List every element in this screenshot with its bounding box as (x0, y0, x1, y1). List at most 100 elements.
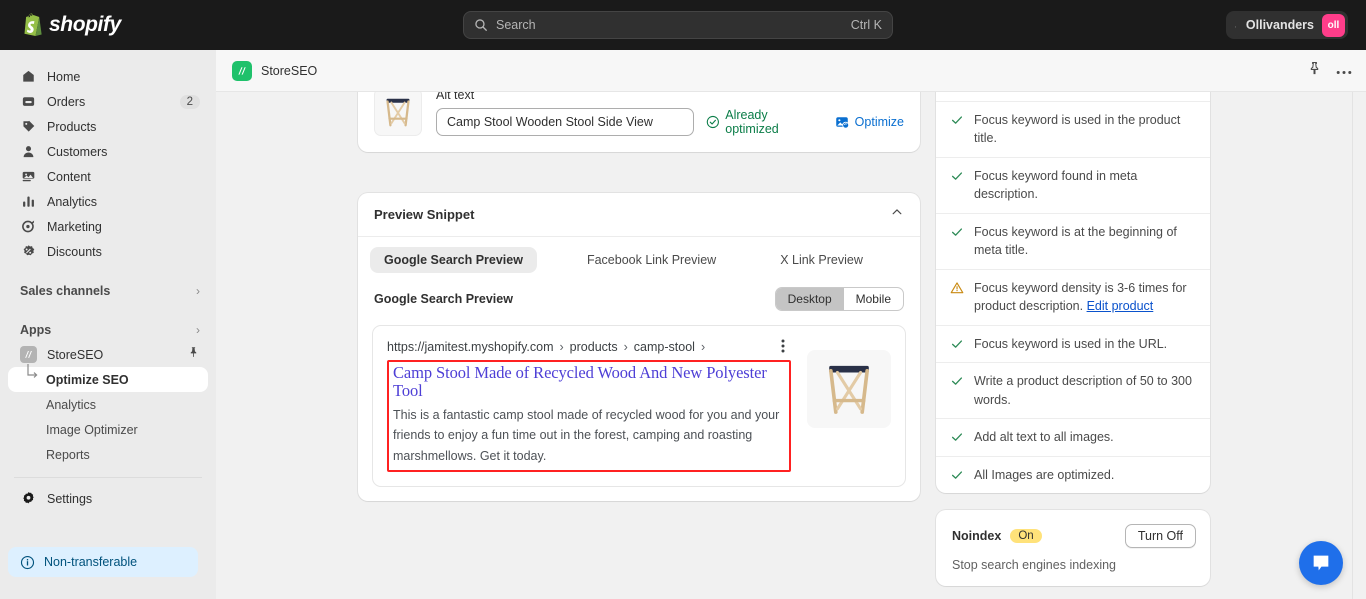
camp-stool-image (829, 365, 869, 414)
serp-title[interactable]: Camp Stool Made of Recycled Wood And New… (393, 363, 785, 402)
sidebar: Home Orders 2 Products Customers Content… (0, 50, 216, 599)
chevron-right-icon: › (700, 340, 706, 355)
tab-facebook-link-preview[interactable]: Facebook Link Preview (573, 247, 730, 273)
sidebar-item-image-optimizer[interactable]: Image Optimizer (8, 417, 208, 442)
sidebar-item-discounts[interactable]: Discounts (8, 239, 208, 264)
sidebar-item-products[interactable]: Products (8, 114, 208, 139)
sidebar-section-label: Sales channels (20, 283, 111, 298)
check-icon (950, 169, 964, 183)
checklist-warning-text: Focus keyword density is 3-6 times for p… (974, 280, 1187, 314)
checklist-text: Focus keyword density is 3-6 times for p… (974, 279, 1196, 316)
sidebar-sub-label: Optimize SEO (46, 372, 129, 387)
checklist-item-warning: Focus keyword density is 3-6 times for p… (936, 270, 1210, 326)
orders-icon (20, 93, 37, 110)
app-header: StoreSEO (216, 50, 1366, 92)
warning-triangle-icon (950, 281, 964, 295)
sidebar-item-home[interactable]: Home (8, 64, 208, 89)
optimize-action[interactable]: Optimize (835, 115, 904, 129)
chevron-right-icon: › (559, 340, 564, 355)
shopify-logo[interactable]: shopify (20, 13, 121, 37)
already-optimized-status: Already optimized (706, 108, 823, 136)
checklist-text: Write a product description of 50 to 300… (974, 374, 1192, 407)
check-icon (950, 113, 964, 127)
storeseo-app-icon (20, 346, 37, 363)
preview-tabs: Google Search Preview Facebook Link Prev… (358, 237, 920, 273)
search-shortcut-hint: Ctrl K (850, 18, 882, 32)
sidebar-item-customers[interactable]: Customers (8, 139, 208, 164)
alt-text-card: Alt text Already optimized (358, 92, 920, 152)
serp-preview: https://jamitest.myshopify.com › product… (372, 325, 906, 487)
optimize-label: Optimize (854, 115, 904, 129)
serp-highlight-box: Camp Stool Made of Recycled Wood And New… (387, 359, 791, 472)
pin-icon[interactable] (1307, 61, 1322, 81)
sidebar-item-label: Settings (47, 491, 93, 506)
discounts-icon (20, 243, 37, 260)
chat-support-button[interactable] (1299, 541, 1343, 585)
sidebar-item-label: StoreSEO (47, 347, 104, 362)
marketing-target-icon (20, 218, 37, 235)
content-icon (20, 168, 37, 185)
serp-crumb-handle: camp-stool (633, 340, 695, 355)
global-search-box[interactable]: Search Ctrl K (463, 11, 893, 39)
already-optimized-label: Already optimized (725, 108, 779, 136)
product-thumbnail (374, 92, 422, 136)
more-options-icon[interactable] (1336, 62, 1352, 80)
sidebar-item-optimize-seo[interactable]: Optimize SEO (8, 364, 208, 392)
sidebar-item-label: Content (47, 169, 91, 184)
checklist-item: Focus keyword is used in image alt text. (936, 92, 1210, 102)
checklist-text: Add alt text to all images. (974, 430, 1114, 444)
column-divider (1352, 92, 1353, 599)
products-tag-icon (20, 118, 37, 135)
device-mobile-button[interactable]: Mobile (844, 288, 903, 310)
serp-description: This is a fantastic camp stool made of r… (393, 408, 780, 463)
checklist-text: Focus keyword is used in the product tit… (974, 112, 1181, 146)
pin-icon[interactable] (187, 346, 200, 364)
check-icon (950, 225, 964, 239)
analytics-bars-icon (20, 193, 37, 210)
app-header-actions (1307, 61, 1352, 81)
tab-google-search-preview[interactable]: Google Search Preview (370, 247, 537, 273)
noindex-label: Noindex (952, 529, 1002, 543)
user-menu-button[interactable]: Ollivanders oll (1235, 11, 1348, 39)
device-desktop-button[interactable]: Desktop (775, 288, 844, 310)
device-toggle: Desktop Mobile (774, 287, 904, 311)
checklist-item: Write a product description of 50 to 300… (936, 363, 1210, 419)
sidebar-item-analytics-app[interactable]: Analytics (8, 392, 208, 417)
sidebar-section-apps[interactable]: Apps › (8, 317, 208, 342)
preview-snippet-header[interactable]: Preview Snippet (358, 193, 920, 237)
non-transferable-banner[interactable]: Non-transferable (8, 547, 198, 577)
check-icon (950, 468, 964, 482)
noindex-toggle-button[interactable]: Turn Off (1124, 524, 1196, 548)
sidebar-item-reports[interactable]: Reports (8, 442, 208, 467)
chevron-right-icon: › (196, 283, 200, 298)
chat-bubble-icon (1313, 555, 1329, 571)
preview-subtitle: Google Search Preview (374, 292, 513, 306)
checklist-text: All Images are optimized. (974, 467, 1115, 482)
serp-kebab-menu-icon[interactable] (775, 338, 791, 357)
sidebar-item-marketing[interactable]: Marketing (8, 214, 208, 239)
avatar: oll (1322, 13, 1345, 37)
sidebar-item-orders[interactable]: Orders 2 (8, 89, 208, 114)
chevron-up-icon[interactable] (890, 205, 904, 224)
check-icon (950, 337, 964, 351)
chevron-right-icon: › (196, 322, 200, 337)
noindex-description: Stop search engines indexing (952, 558, 1117, 572)
info-icon (20, 555, 35, 569)
tab-x-link-preview[interactable]: X Link Preview (766, 247, 877, 273)
alt-text-label: Alt text (436, 92, 475, 102)
sidebar-section-sales-channels[interactable]: Sales channels › (8, 278, 208, 303)
top-navigation-bar: shopify Search Ctrl K Ollivanders oll (0, 0, 1366, 50)
sidebar-item-settings[interactable]: Settings (8, 486, 208, 511)
preview-snippet-card: Preview Snippet Google Search Preview Fa… (358, 193, 920, 501)
seo-checklist-card: Focus keyword is used in image alt text.… (936, 92, 1210, 493)
check-icon (950, 430, 964, 444)
sidebar-item-analytics[interactable]: Analytics (8, 189, 208, 214)
sidebar-item-content[interactable]: Content (8, 164, 208, 189)
checklist-text: Focus keyword is used in the URL. (974, 336, 1168, 351)
sidebar-section-label: Apps (20, 322, 52, 337)
sidebar-sub-label: Analytics (46, 397, 97, 412)
edit-product-link[interactable]: Edit product (1087, 299, 1154, 313)
alt-text-input[interactable] (436, 108, 694, 136)
shopify-bag-icon (24, 13, 42, 36)
checklist-text: Focus keyword found in meta description. (974, 168, 1138, 202)
